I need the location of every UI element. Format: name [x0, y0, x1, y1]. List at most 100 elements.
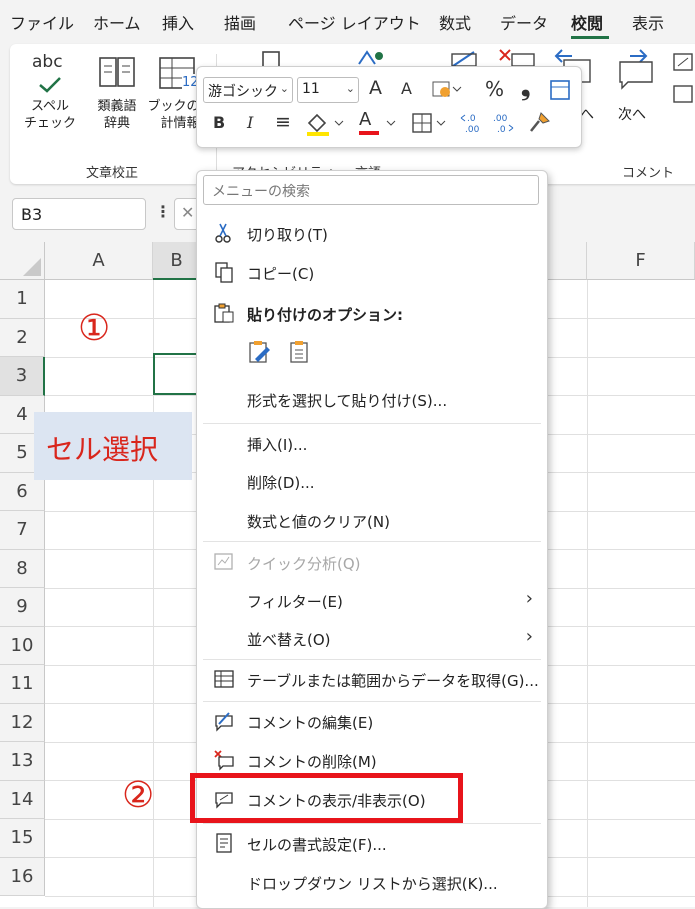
row-header[interactable]: 11: [0, 665, 45, 704]
grid-line: [587, 280, 588, 907]
copy-icon: [215, 262, 233, 283]
paste-values-icon[interactable]: [287, 339, 313, 369]
menu-item-label: コメントの削除(M): [247, 753, 377, 771]
row-header[interactable]: 9: [0, 588, 45, 627]
tab-page-layout[interactable]: ページ レイアウト: [288, 10, 421, 34]
menu-search-input[interactable]: メニューの検索: [203, 175, 539, 205]
chevron-right-icon: ›: [525, 626, 533, 647]
next-comment-label[interactable]: 次へ: [618, 104, 646, 124]
thesaurus-label-1: 類義語: [97, 99, 137, 114]
menu-item-label: 挿入(I)...: [247, 436, 308, 454]
menu-item-copy[interactable]: コピー(C): [197, 254, 547, 292]
thesaurus-button[interactable]: 類義語 辞典: [88, 54, 146, 132]
menu-item-label: コメントの編集(E): [247, 714, 374, 732]
menu-item-insert[interactable]: 挿入(I)...: [197, 425, 547, 463]
active-tab-indicator: [571, 36, 609, 39]
step-2-marker: ②: [122, 775, 155, 816]
tab-home[interactable]: ホーム: [93, 10, 141, 34]
decrease-font-icon[interactable]: A: [401, 79, 412, 98]
tab-insert[interactable]: 挿入: [162, 10, 194, 34]
chevron-right-icon: ›: [525, 588, 533, 609]
clipboard-icon: [214, 303, 234, 323]
menu-item-label: 貼り付けのオプション:: [247, 306, 403, 324]
row-header[interactable]: 10: [0, 626, 45, 665]
menu-item-paste-special[interactable]: 形式を選択して貼り付け(S)...: [197, 381, 547, 419]
row-header[interactable]: 15: [0, 819, 45, 858]
svg-text:.00: .00: [465, 125, 480, 135]
menu-item-get-data-from-table[interactable]: テーブルまたは範囲からデータを取得(G)...: [197, 661, 547, 699]
menu-item-label: セルの書式設定(F)...: [247, 836, 387, 854]
menu-item-clear-contents[interactable]: 数式と値のクリア(N): [197, 502, 547, 540]
row-header[interactable]: 14: [0, 780, 45, 819]
font-color-icon[interactable]: A: [357, 109, 401, 141]
thesaurus-label-2: 辞典: [103, 116, 130, 131]
formula-bar-more-icon[interactable]: ⋮: [155, 202, 171, 221]
next-comment-icon[interactable]: [614, 48, 658, 96]
svg-text:.0: .0: [497, 125, 506, 135]
tab-formulas[interactable]: 数式: [439, 10, 471, 34]
column-header-f[interactable]: F: [587, 242, 695, 280]
menu-item-format-cells[interactable]: セルの書式設定(F)...: [197, 825, 547, 863]
active-cell-b3[interactable]: [153, 353, 201, 395]
number-format-icon[interactable]: [431, 79, 463, 105]
spell-check-button[interactable]: abc スペル チェック: [18, 54, 82, 132]
mini-toolbar: 游ゴシック ⌄ 11 ⌄ A A % ❟ B I ≡ A .0.00 .00.0: [196, 66, 582, 148]
tab-draw[interactable]: 描画: [224, 10, 256, 34]
menu-item-filter[interactable]: フィルター(E) ›: [197, 582, 547, 620]
increase-decimal-icon[interactable]: .0.00: [459, 111, 485, 139]
show-comments-icon[interactable]: [670, 52, 695, 116]
chevron-down-icon[interactable]: ⌄: [21, 203, 139, 219]
menu-item-label: クイック分析(Q): [247, 555, 361, 573]
tab-data[interactable]: データ: [500, 10, 548, 34]
comma-style-icon[interactable]: ❟: [521, 73, 530, 101]
table-icon: [214, 670, 234, 688]
paste-formulas-icon[interactable]: [247, 339, 273, 369]
quick-analysis-icon: [214, 553, 233, 570]
menu-item-label: 削除(D)...: [247, 474, 315, 492]
previous-comment-label[interactable]: へ: [580, 104, 594, 124]
tab-file[interactable]: ファイル: [10, 10, 74, 34]
name-box[interactable]: B3 ⌄: [12, 198, 146, 230]
menu-item-cut[interactable]: 切り取り(T): [197, 215, 547, 253]
row-header[interactable]: 13: [0, 742, 45, 781]
row-header[interactable]: 16: [0, 857, 45, 896]
align-center-icon[interactable]: ≡: [275, 111, 291, 133]
bold-button[interactable]: B: [213, 113, 225, 132]
chevron-down-icon: ⌄: [345, 82, 355, 95]
menu-item-pick-from-dropdown[interactable]: ドロップダウン リストから選択(K)...: [197, 864, 547, 902]
book-icon: [88, 54, 146, 98]
column-header-b[interactable]: B: [153, 242, 201, 280]
increase-font-icon[interactable]: A: [369, 77, 382, 99]
chevron-down-icon: ⌄: [279, 82, 289, 95]
row-header[interactable]: 7: [0, 511, 45, 550]
menu-separator: [203, 701, 541, 702]
row-header[interactable]: 1: [0, 280, 45, 319]
menu-item-edit-comment[interactable]: コメントの編集(E): [197, 703, 547, 741]
column-header-a[interactable]: A: [45, 242, 153, 280]
row-header[interactable]: 12: [0, 703, 45, 742]
format-painter-icon[interactable]: [527, 111, 551, 139]
select-all-button[interactable]: [0, 242, 45, 280]
tab-view[interactable]: 表示: [632, 10, 664, 34]
row-header[interactable]: 8: [0, 549, 45, 588]
menu-separator: [203, 423, 541, 424]
row-header[interactable]: 3: [0, 357, 45, 396]
italic-button[interactable]: I: [247, 113, 253, 132]
menu-item-label: フィルター(E): [247, 593, 343, 611]
fill-color-icon[interactable]: [305, 111, 345, 141]
step-1-marker: ①: [78, 308, 111, 349]
merge-center-icon[interactable]: [549, 79, 571, 105]
row-header[interactable]: 2: [0, 318, 45, 357]
menu-item-delete[interactable]: 削除(D)...: [197, 463, 547, 501]
decrease-decimal-icon[interactable]: .00.0: [491, 111, 517, 139]
menu-item-quick-analysis: クイック分析(Q): [197, 544, 547, 582]
menu-separator: [203, 659, 541, 660]
menu-item-sort[interactable]: 並べ替え(O) ›: [197, 620, 547, 658]
font-name-value: 游ゴシック: [208, 84, 278, 100]
percent-style-icon[interactable]: %: [485, 77, 504, 101]
borders-icon[interactable]: [411, 111, 451, 139]
font-name-select[interactable]: 游ゴシック ⌄: [203, 77, 293, 103]
font-size-select[interactable]: 11 ⌄: [297, 77, 359, 103]
tab-review[interactable]: 校閲: [571, 10, 603, 34]
select-all-icon: [23, 258, 41, 276]
